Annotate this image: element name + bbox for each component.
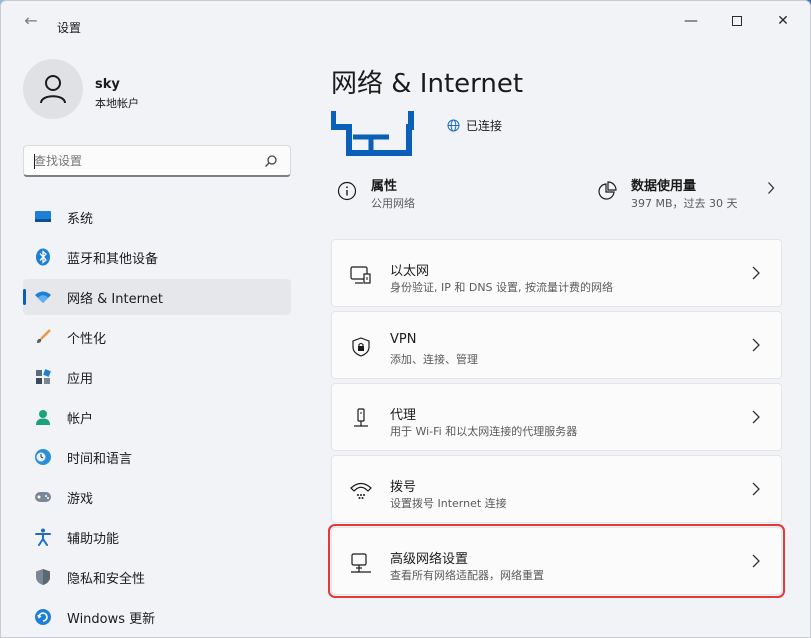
apps-icon bbox=[33, 367, 53, 387]
chevron-right-icon bbox=[752, 554, 760, 568]
sidebar-item-privacy[interactable]: 隐私和安全性 bbox=[23, 559, 291, 595]
accessibility-icon bbox=[33, 527, 53, 547]
data-usage-link[interactable]: 数据使用量 397 MB，过去 30 天 bbox=[597, 173, 781, 213]
ethernet-icon bbox=[350, 264, 372, 286]
sidebar-item-label: 应用 bbox=[67, 371, 94, 387]
card-ethernet[interactable]: 以太网 身份验证, IP 和 DNS 设置, 按流量计费的网络 bbox=[331, 239, 782, 307]
sidebar-item-label: 网络 & Internet bbox=[67, 291, 164, 307]
properties-subtitle: 公用网络 bbox=[371, 197, 415, 210]
pie-chart-icon bbox=[598, 181, 617, 200]
settings-cards: 以太网 身份验证, IP 和 DNS 设置, 按流量计费的网络 VPN 添加、连… bbox=[328, 239, 785, 599]
properties-link[interactable]: 属性 公用网络 bbox=[337, 173, 587, 213]
sidebar-item-label: 帐户 bbox=[67, 411, 94, 427]
status-text: 已连接 bbox=[466, 119, 503, 133]
search-icon bbox=[265, 155, 277, 167]
sidebar-item-time-language[interactable]: 时间和语言 bbox=[23, 439, 291, 475]
person-icon bbox=[40, 75, 66, 104]
minimize-icon: — bbox=[684, 13, 698, 29]
card-dialup[interactable]: 拨号 设置拨号 Internet 连接 bbox=[331, 455, 782, 523]
clock-globe-icon bbox=[33, 447, 53, 467]
user-profile[interactable]: sky 本地帐户 bbox=[23, 59, 293, 123]
sidebar-item-personalization[interactable]: 个性化 bbox=[23, 319, 291, 355]
sidebar-item-system[interactable]: 系统 bbox=[23, 199, 291, 235]
sidebar-item-label: 游戏 bbox=[67, 491, 94, 507]
person-icon bbox=[33, 407, 53, 427]
bluetooth-icon bbox=[33, 247, 53, 267]
card-subtitle: 用于 Wi-Fi 和以太网连接的代理服务器 bbox=[390, 425, 578, 438]
vpn-shield-icon bbox=[350, 336, 372, 358]
sidebar-item-accessibility[interactable]: 辅助功能 bbox=[23, 519, 291, 555]
card-title: 代理 bbox=[390, 408, 417, 423]
close-button[interactable]: ✕ bbox=[760, 9, 806, 33]
back-button[interactable]: ← bbox=[19, 13, 43, 29]
card-vpn[interactable]: VPN 添加、连接、管理 bbox=[331, 311, 782, 379]
minimize-button[interactable]: — bbox=[668, 9, 714, 33]
user-account-type: 本地帐户 bbox=[95, 97, 139, 110]
sidebar-item-gaming[interactable]: 游戏 bbox=[23, 479, 291, 515]
sidebar-item-accounts[interactable]: 帐户 bbox=[23, 399, 291, 435]
card-advanced-network-settings[interactable]: 高级网络设置 查看所有网络适配器，网络重置 bbox=[328, 524, 785, 598]
sidebar-item-label: 辅助功能 bbox=[67, 531, 120, 547]
card-title: 拨号 bbox=[390, 480, 417, 495]
page-title: 网络 & Internet bbox=[331, 69, 524, 99]
sidebar-item-label: 时间和语言 bbox=[67, 451, 133, 467]
sidebar-item-label: Windows 更新 bbox=[67, 611, 156, 627]
connection-status: 已连接 bbox=[447, 117, 502, 134]
sidebar-item-label: 个性化 bbox=[67, 331, 107, 347]
monitor-icon bbox=[33, 207, 53, 227]
sidebar-item-label: 蓝牙和其他设备 bbox=[67, 251, 159, 267]
globe-icon bbox=[447, 119, 460, 132]
card-subtitle: 身份验证, IP 和 DNS 设置, 按流量计费的网络 bbox=[390, 281, 614, 294]
avatar bbox=[23, 59, 83, 119]
app-title: 设置 bbox=[57, 21, 82, 35]
card-title: VPN bbox=[390, 332, 417, 347]
gamepad-icon bbox=[33, 487, 53, 507]
chevron-right-icon bbox=[768, 182, 775, 194]
chevron-right-icon bbox=[752, 410, 760, 424]
maximize-button[interactable] bbox=[714, 9, 760, 33]
card-subtitle: 查看所有网络适配器，网络重置 bbox=[390, 569, 544, 582]
card-title: 高级网络设置 bbox=[390, 552, 469, 567]
maximize-icon bbox=[732, 16, 742, 26]
title-bar: ← 设置 — ✕ bbox=[1, 1, 810, 41]
arrow-left-icon: ← bbox=[24, 11, 38, 30]
search-input[interactable] bbox=[34, 151, 254, 171]
sidebar-nav: 系统 蓝牙和其他设备 网络 & Internet 个性化 应用 帐户 时间和语言… bbox=[23, 199, 291, 637]
info-icon bbox=[337, 181, 357, 201]
sidebar-item-bluetooth[interactable]: 蓝牙和其他设备 bbox=[23, 239, 291, 275]
chevron-right-icon bbox=[752, 482, 760, 496]
settings-window: ← 设置 — ✕ sky 本地帐户 查找设置 系统 蓝牙和其他设备 网络 & I… bbox=[0, 0, 811, 638]
sidebar-item-network[interactable]: 网络 & Internet bbox=[23, 279, 291, 315]
data-usage-title: 数据使用量 bbox=[631, 179, 697, 194]
chevron-right-icon bbox=[752, 338, 760, 352]
sidebar-item-apps[interactable]: 应用 bbox=[23, 359, 291, 395]
wifi-icon bbox=[33, 287, 53, 307]
sidebar-item-label: 隐私和安全性 bbox=[67, 571, 146, 587]
update-icon bbox=[33, 607, 53, 627]
search-box[interactable] bbox=[23, 145, 291, 177]
sidebar-item-label: 系统 bbox=[67, 211, 94, 227]
card-title: 以太网 bbox=[390, 264, 430, 279]
card-subtitle: 设置拨号 Internet 连接 bbox=[390, 497, 507, 510]
sidebar-item-windows-update[interactable]: Windows 更新 bbox=[23, 599, 291, 635]
card-subtitle: 添加、连接、管理 bbox=[390, 353, 478, 366]
close-icon: ✕ bbox=[777, 13, 789, 29]
proxy-icon bbox=[350, 408, 372, 430]
chevron-right-icon bbox=[752, 266, 760, 280]
card-proxy[interactable]: 代理 用于 Wi-Fi 和以太网连接的代理服务器 bbox=[331, 383, 782, 451]
ethernet-hero-icon bbox=[331, 111, 414, 156]
brush-icon bbox=[33, 327, 53, 347]
advanced-network-icon bbox=[350, 552, 372, 574]
properties-title: 属性 bbox=[371, 179, 398, 194]
shield-icon bbox=[33, 567, 53, 587]
data-usage-subtitle: 397 MB，过去 30 天 bbox=[631, 197, 738, 210]
dialup-icon bbox=[350, 480, 372, 502]
user-name: sky bbox=[95, 77, 120, 92]
